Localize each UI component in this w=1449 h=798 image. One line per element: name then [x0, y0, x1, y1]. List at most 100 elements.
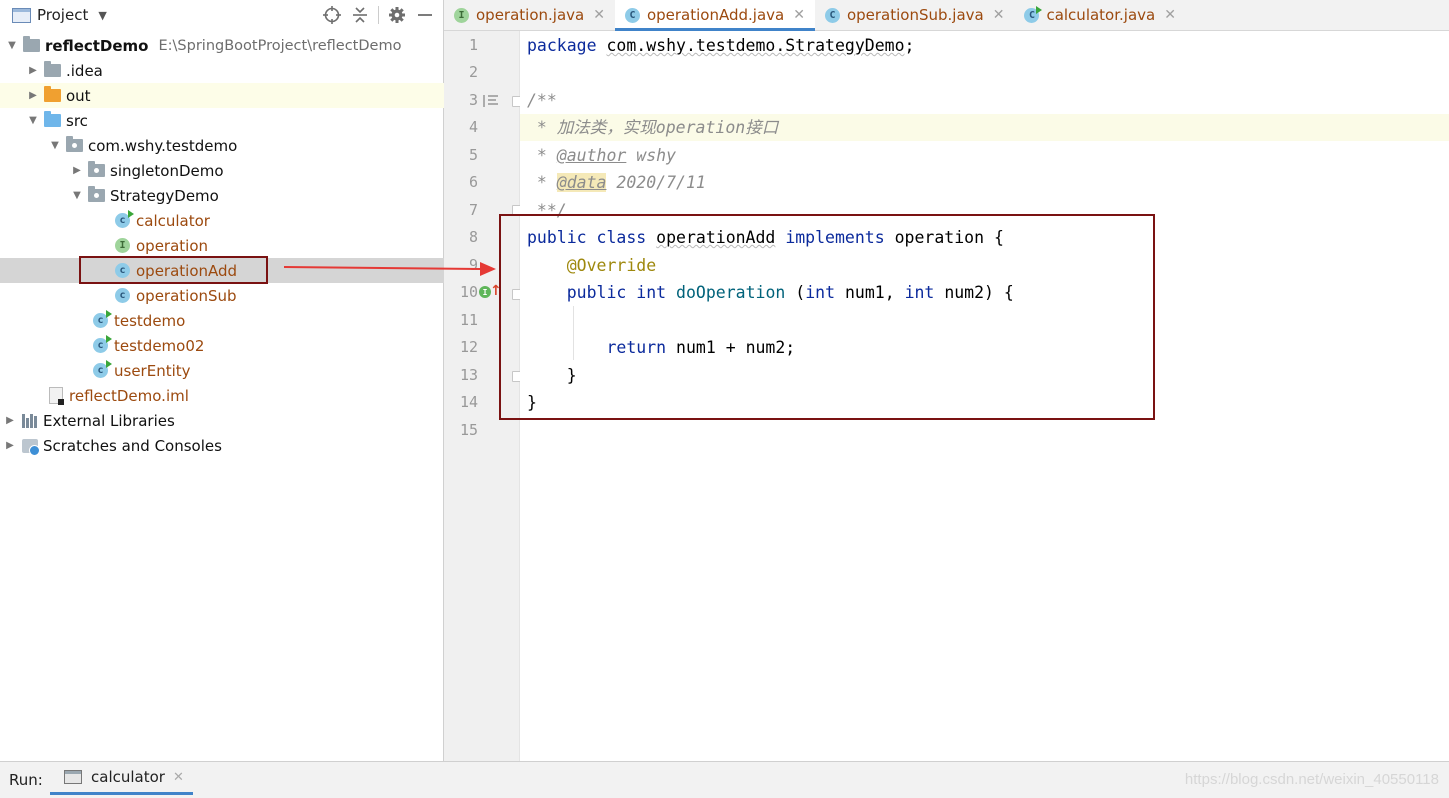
tree-item-label: singletonDemo — [110, 161, 224, 180]
tree-item-label: userEntity — [114, 361, 191, 380]
tree-item-StrategyDemo[interactable]: ▼ StrategyDemo — [0, 183, 513, 208]
watermark: https://blog.csdn.net/weixin_40550118 — [1184, 771, 1439, 788]
tree-item-singletonDemo[interactable]: ▶ singletonDemo — [0, 158, 513, 183]
close-icon[interactable]: ✕ — [173, 770, 184, 785]
tree-item-com-wshy-testdemo[interactable]: ▼ com.wshy.testdemo — [0, 133, 491, 158]
line-number: 10 — [459, 283, 478, 301]
code-token: * — [527, 173, 557, 192]
chevron-right-icon[interactable]: ▶ — [3, 440, 17, 451]
module-folder-icon — [23, 36, 40, 54]
code-token: 2020/7/11 — [606, 173, 706, 192]
code-token: /** — [527, 91, 557, 110]
class-icon: C — [624, 7, 640, 23]
line-number: 6 — [468, 173, 478, 191]
line-number: 5 — [468, 146, 478, 164]
tree-item-label: testdemo — [114, 311, 186, 330]
code-token: wshy — [626, 146, 677, 165]
tree-item-out[interactable]: ▶ out — [0, 83, 469, 108]
package-icon — [66, 136, 83, 154]
tree-item-label: reflectDemo — [45, 36, 149, 55]
chevron-right-icon[interactable]: ▶ — [70, 165, 84, 176]
gear-icon[interactable] — [385, 4, 409, 26]
tree-item-src[interactable]: ▼ src — [0, 108, 469, 133]
line-number: 4 — [468, 118, 478, 136]
folder-icon — [44, 61, 61, 79]
chevron-right-icon[interactable]: ▶ — [3, 415, 17, 426]
iml-file-icon — [47, 387, 64, 405]
close-icon[interactable]: ✕ — [1164, 7, 1176, 23]
tab-label: operationAdd.java — [646, 6, 785, 24]
close-icon[interactable]: ✕ — [793, 7, 805, 23]
close-icon[interactable]: ✕ — [593, 7, 605, 23]
tree-item-testdemo[interactable]: c testdemo — [0, 308, 517, 333]
package-icon — [88, 161, 105, 179]
tree-item-label: operation — [136, 236, 209, 255]
line-number: 8 — [468, 228, 478, 246]
class-icon: c — [114, 287, 131, 304]
tab-operationAdd-java[interactable]: C operationAdd.java ✕ — [614, 0, 815, 31]
render-doc-icon[interactable] — [483, 94, 499, 112]
project-path: E:\SpringBootProject\reflectDemo — [158, 37, 402, 54]
tree-item-label: reflectDemo.iml — [69, 386, 189, 405]
tree-item-reflectDemo[interactable]: ▼ reflectDemo E:\SpringBootProject\refle… — [0, 33, 448, 58]
tab-label: calculator.java — [1046, 6, 1156, 24]
chevron-right-icon[interactable]: ▶ — [26, 65, 40, 76]
line-number: 7 — [468, 201, 478, 219]
highlight-box-tree-item — [79, 256, 268, 284]
tree-item-userEntity[interactable]: c userEntity — [0, 358, 517, 383]
excluded-folder-icon — [44, 86, 61, 104]
chevron-down-icon[interactable]: ▼ — [70, 190, 84, 201]
tree-item-idea[interactable]: ▶ .idea — [0, 58, 469, 83]
tree-item-reflectDemo-iml[interactable]: reflectDemo.iml — [0, 383, 472, 408]
code-line-5: * @author wshy — [520, 142, 1449, 169]
line-number: 1 — [468, 36, 478, 54]
tree-item-label: Scratches and Consoles — [43, 436, 222, 455]
close-icon[interactable]: ✕ — [993, 7, 1005, 23]
project-panel-header: Project ▼ — [0, 0, 443, 30]
collapse-all-icon[interactable] — [348, 4, 372, 26]
code-line-4: * 加法类，实现operation接口 — [520, 114, 1449, 141]
tree-item-label: operationSub — [136, 286, 237, 305]
tab-calculator-java[interactable]: C calculator.java ✕ — [1014, 0, 1186, 30]
chevron-right-icon[interactable]: ▶ — [26, 90, 40, 101]
project-view-selector[interactable]: Project ▼ — [12, 6, 107, 24]
chevron-down-icon[interactable]: ▼ — [48, 140, 62, 151]
line-number: 3 — [468, 91, 478, 109]
code-line-6: * @data 2020/7/11 — [520, 169, 1449, 196]
code-token: @author — [556, 146, 627, 165]
chevron-down-icon[interactable]: ▼ — [5, 40, 19, 51]
tree-item-external-libraries[interactable]: ▶ External Libraries — [0, 408, 446, 433]
class-icon: C — [824, 7, 840, 23]
code-token: * — [527, 146, 557, 165]
run-tab-calculator[interactable]: calculator ✕ — [50, 762, 193, 795]
tab-operationSub-java[interactable]: C operationSub.java ✕ — [815, 0, 1015, 30]
code-token: com.wshy.testdemo.StrategyDemo — [606, 36, 905, 55]
tree-item-scratches[interactable]: ▶ Scratches and Consoles — [0, 433, 446, 458]
tree-item-label: calculator — [136, 211, 210, 230]
minimize-icon[interactable] — [413, 4, 437, 26]
line-number: 12 — [459, 338, 478, 356]
tree-item-testdemo02[interactable]: c testdemo02 — [0, 333, 517, 358]
code-line-1: package com.wshy.testdemo.StrategyDemo; — [520, 32, 1449, 59]
annotation-arrow-icon — [284, 262, 496, 276]
locate-target-icon[interactable] — [320, 4, 344, 26]
line-number: 11 — [459, 311, 478, 329]
run-label: Run: — [9, 771, 43, 789]
code-token: ; — [904, 36, 915, 55]
library-icon — [21, 412, 38, 429]
tree-item-label: src — [66, 111, 88, 130]
line-number: 14 — [459, 393, 478, 411]
runnable-class-icon: C — [1024, 5, 1043, 23]
tab-label: operation.java — [476, 6, 585, 24]
chevron-down-icon[interactable]: ▼ — [26, 115, 40, 126]
tree-item-label: StrategyDemo — [110, 186, 219, 205]
tree-item-label: .idea — [66, 61, 103, 80]
package-icon — [88, 186, 105, 204]
line-number: 2 — [468, 63, 478, 81]
source-folder-icon — [44, 111, 61, 129]
code-token: * 加法类，实现operation接口 — [527, 118, 779, 137]
tree-item-label: out — [66, 86, 91, 105]
tab-operation-java[interactable]: I operation.java ✕ — [444, 0, 615, 30]
runnable-class-icon: c — [92, 310, 112, 329]
